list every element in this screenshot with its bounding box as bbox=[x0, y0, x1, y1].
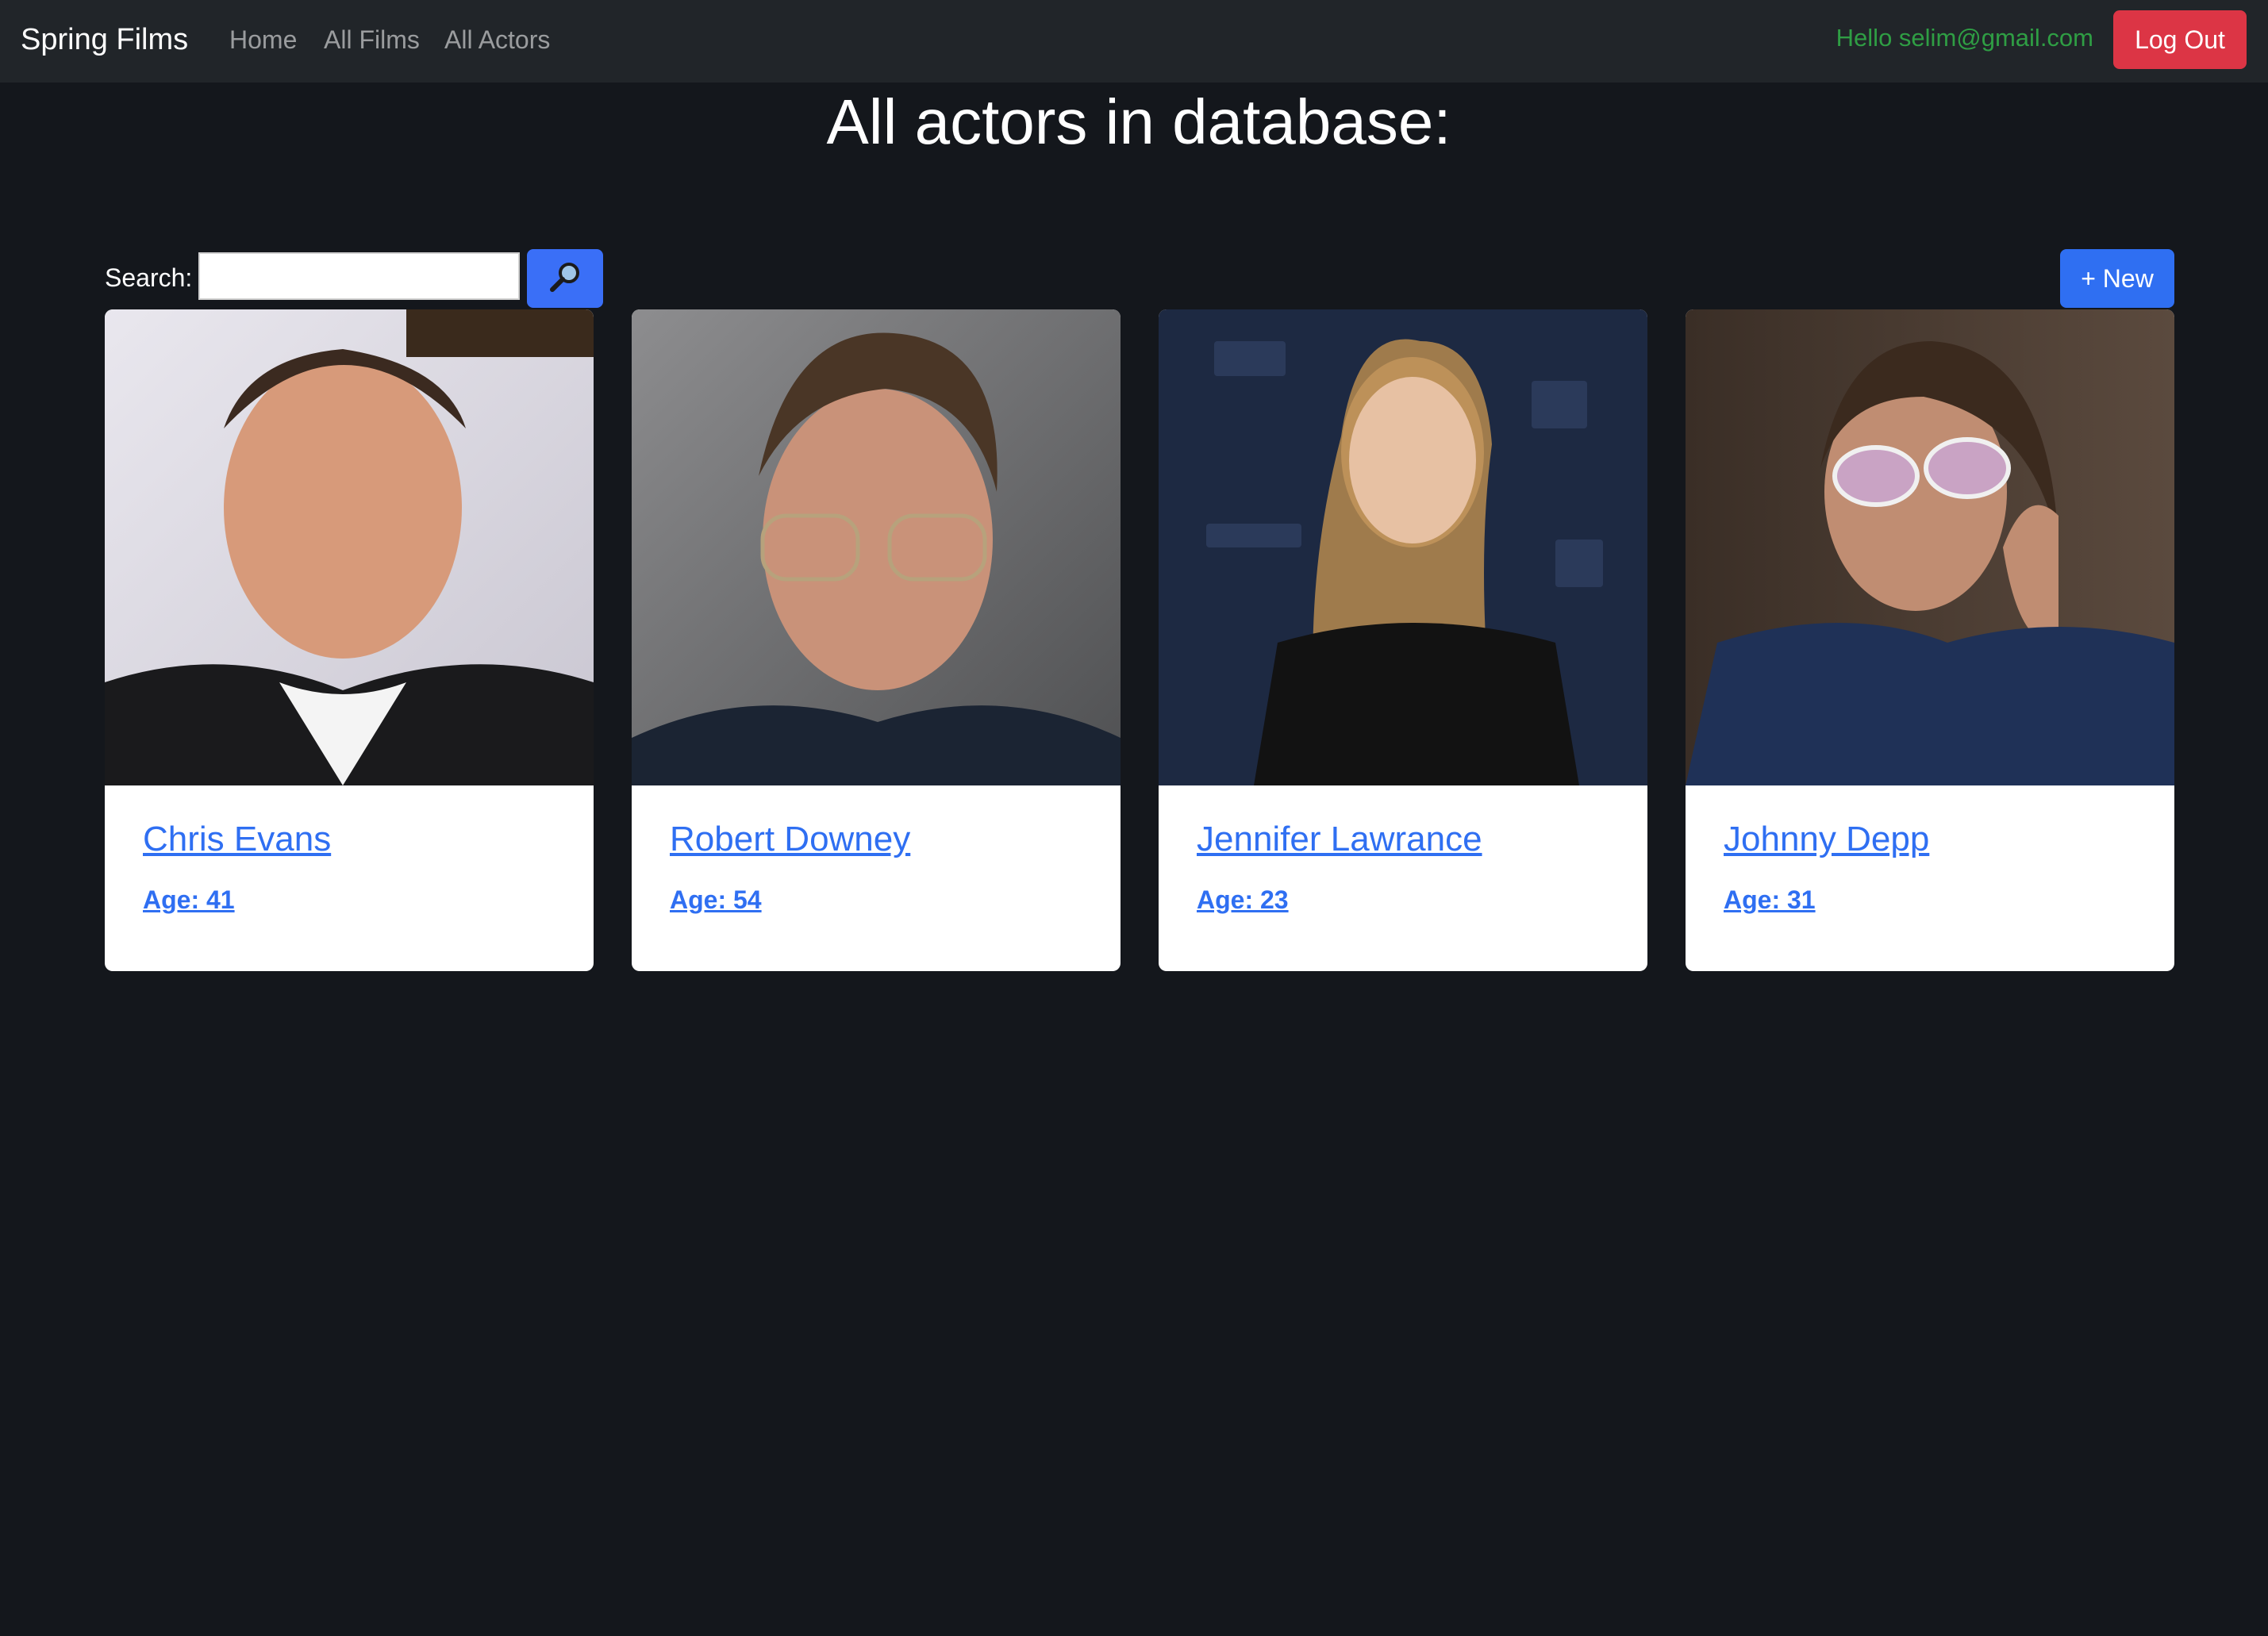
magnifier-icon bbox=[547, 259, 583, 298]
actor-card: Jennifer Lawrance Age: 23 bbox=[1159, 309, 1647, 971]
page: Spring Films Home All Films All Actors H… bbox=[0, 0, 2268, 1636]
actor-name-link[interactable]: Robert Downey bbox=[670, 817, 910, 862]
actor-name-link[interactable]: Chris Evans bbox=[143, 817, 331, 862]
actor-name-link[interactable]: Jennifer Lawrance bbox=[1197, 817, 1482, 862]
actor-photo[interactable] bbox=[632, 309, 1121, 785]
new-actor-button[interactable]: + New bbox=[2060, 249, 2174, 308]
actor-age-link[interactable]: Age: 31 bbox=[1724, 884, 1816, 916]
actor-card: Robert Downey Age: 54 bbox=[632, 309, 1121, 971]
user-greeting: Hello selim@gmail.com bbox=[1836, 24, 2093, 52]
actor-age-link[interactable]: Age: 23 bbox=[1197, 884, 1289, 916]
nav-link-all-actors[interactable]: All Actors bbox=[444, 24, 550, 56]
actor-name-link[interactable]: Johnny Depp bbox=[1724, 817, 1929, 862]
search-label: Search: bbox=[105, 263, 193, 292]
actor-age-link[interactable]: Age: 41 bbox=[143, 884, 235, 916]
search-button[interactable] bbox=[527, 249, 603, 308]
page-title: All actors in database: bbox=[826, 86, 1451, 157]
actor-photo[interactable] bbox=[105, 309, 594, 785]
actor-card: Chris Evans Age: 41 bbox=[105, 309, 594, 971]
nav-link-home[interactable]: Home bbox=[229, 24, 297, 56]
logout-button[interactable]: Log Out bbox=[2113, 10, 2247, 69]
actor-photo[interactable] bbox=[1686, 309, 2174, 785]
brand-link[interactable]: Spring Films bbox=[21, 21, 188, 59]
navbar: Spring Films Home All Films All Actors H… bbox=[0, 0, 2268, 83]
nav-link-all-films[interactable]: All Films bbox=[324, 24, 420, 56]
actor-card: Johnny Depp Age: 31 bbox=[1686, 309, 2174, 971]
actor-photo[interactable] bbox=[1159, 309, 1647, 785]
actor-age-link[interactable]: Age: 54 bbox=[670, 884, 762, 916]
search-input[interactable] bbox=[198, 252, 520, 300]
